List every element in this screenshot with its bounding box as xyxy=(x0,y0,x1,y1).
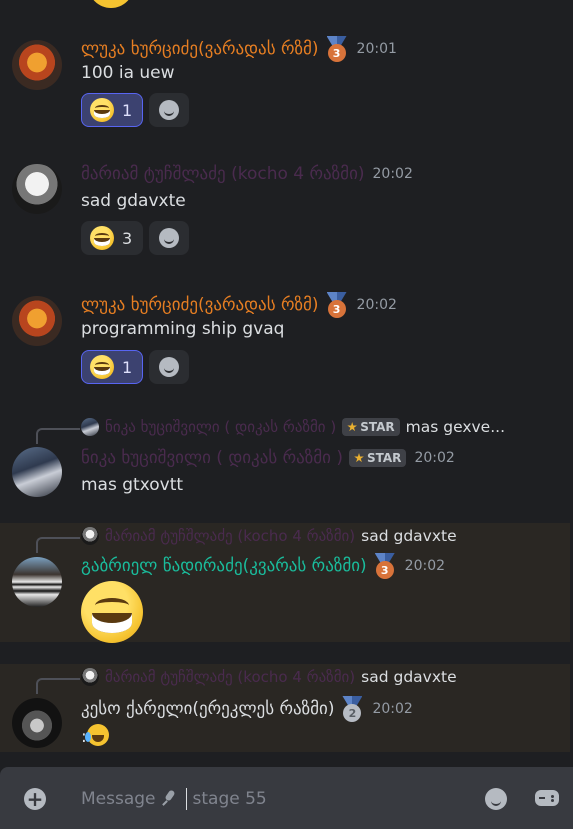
message-header: მარიამ ტუჩშლაძე (kocho 4 რაზმი) 20:02 xyxy=(81,164,413,184)
microphone-icon xyxy=(162,790,178,808)
author-name[interactable]: მარიამ ტუჩშლაძე (kocho 4 რაზმი) xyxy=(81,164,365,184)
avatar[interactable] xyxy=(12,557,62,607)
reply-avatar xyxy=(81,527,99,545)
medal-icon: 3 xyxy=(325,36,349,62)
star-icon xyxy=(347,422,357,432)
reactions: 1 xyxy=(81,350,190,384)
crying-laughing-emoji-icon xyxy=(84,724,109,746)
star-tag: STAR xyxy=(349,449,407,467)
add-reaction-icon xyxy=(159,228,180,248)
add-reaction-icon xyxy=(159,357,180,377)
message-header: კესო ქარელი(ერეკლეს რაზმი) 2 20:02 xyxy=(81,696,413,722)
laughing-emoji-icon xyxy=(90,355,114,379)
reply-connector xyxy=(36,678,80,694)
reply-author: ნიკა ხუციშვილი ( დიკას რაზმი ) xyxy=(105,418,337,436)
message-text: programming ship gvaq xyxy=(81,319,285,339)
timestamp: 20:02 xyxy=(356,297,397,313)
message-5: მარიამ ტუჩშლაძე (kocho 4 რაზმი) sad gdav… xyxy=(0,523,570,643)
reaction-count: 1 xyxy=(122,357,133,377)
reply-preview[interactable]: ნიკა ხუციშვილი ( დიკას რაზმი ) STAR mas … xyxy=(81,418,505,436)
reply-preview[interactable]: მარიამ ტუჩშლაძე (kocho 4 რაზმი) sad gdav… xyxy=(81,668,457,686)
reply-author: მარიამ ტუჩშლაძე (kocho 4 რაზმი) xyxy=(105,668,356,686)
composer-suffix: stage 55 xyxy=(192,789,267,809)
reaction-laughing[interactable]: 1 xyxy=(81,93,144,127)
message-text: mas gtxovtt xyxy=(81,475,184,495)
timestamp: 20:02 xyxy=(404,558,446,574)
laughing-emoji-icon xyxy=(81,581,143,643)
reply-avatar xyxy=(81,668,99,686)
message-header: ლუკა ხურციძე(ვარადას რზმ) 3 20:02 xyxy=(81,292,397,318)
medal-icon: 2 xyxy=(340,696,364,722)
reply-author: მარიამ ტუჩშლაძე (kocho 4 რაზმი) xyxy=(105,527,356,545)
previous-message-emoji xyxy=(88,0,134,8)
author-name[interactable]: ნიკა ხუციშვილი ( დიკას რაზმი ) xyxy=(81,448,343,468)
reply-avatar xyxy=(81,418,99,436)
reply-text: sad gdavxte xyxy=(361,527,457,545)
avatar[interactable] xyxy=(12,698,62,748)
reaction-laughing[interactable]: 3 xyxy=(81,221,144,255)
emoji-picker-button[interactable] xyxy=(485,788,507,810)
composer-placeholder: Message xyxy=(81,789,156,809)
author-name[interactable]: ლუკა ხურციძე(ვარადას რზმ) xyxy=(81,39,319,59)
message-header: ნიკა ხუციშვილი ( დიკას რაზმი ) STAR 20:0… xyxy=(81,448,455,468)
message-text xyxy=(81,581,143,648)
message-text: : xyxy=(81,724,109,747)
laughing-emoji-icon xyxy=(90,98,114,122)
reaction-count: 3 xyxy=(122,228,133,248)
attach-plus-button[interactable]: + xyxy=(24,788,46,810)
gamepad-icon[interactable] xyxy=(535,790,559,806)
author-name[interactable]: ლუკა ხურციძე(ვარადას რზმ) xyxy=(81,295,319,315)
star-tag: STAR xyxy=(342,418,400,436)
author-name[interactable]: გაბრიელ წადირაძე(კვარას რაზმი) xyxy=(81,556,367,576)
reply-preview[interactable]: მარიამ ტუჩშლაძე (kocho 4 რაზმი) sad gdav… xyxy=(81,527,457,545)
reactions: 3 xyxy=(81,221,190,255)
message-header: გაბრიელ წადირაძე(კვარას რაზმი) 3 20:02 xyxy=(81,553,445,579)
reaction-laughing[interactable]: 1 xyxy=(81,350,144,384)
avatar[interactable] xyxy=(12,447,62,497)
add-reaction-icon xyxy=(159,100,180,120)
reply-text: mas gexve... xyxy=(405,418,505,436)
message-text: 100 ia uew xyxy=(81,63,175,83)
author-name[interactable]: კესო ქარელი(ერეკლეს რაზმი) xyxy=(81,699,334,719)
timestamp: 20:02 xyxy=(414,450,455,466)
timestamp: 20:01 xyxy=(356,41,397,57)
add-reaction-button[interactable] xyxy=(149,350,190,384)
reply-connector xyxy=(36,428,80,444)
reply-text: sad gdavxte xyxy=(361,668,457,686)
message-6: მარიამ ტუჩშლაძე (kocho 4 რაზმი) sad gdav… xyxy=(0,664,570,752)
avatar[interactable] xyxy=(12,296,62,346)
avatar[interactable] xyxy=(12,164,62,214)
message-input[interactable]: Message stage 55 xyxy=(81,788,267,810)
timestamp: 20:02 xyxy=(372,166,413,182)
star-icon xyxy=(354,453,364,463)
reaction-count: 1 xyxy=(122,100,133,120)
laughing-emoji-icon xyxy=(90,226,114,250)
message-header: ლუკა ხურციძე(ვარადას რზმ) 3 20:01 xyxy=(81,36,397,62)
timestamp: 20:02 xyxy=(372,701,413,717)
add-reaction-button[interactable] xyxy=(149,221,190,255)
add-reaction-button[interactable] xyxy=(149,93,190,127)
medal-icon: 3 xyxy=(325,292,349,318)
avatar[interactable] xyxy=(12,40,62,90)
reply-connector xyxy=(36,537,80,553)
medal-icon: 3 xyxy=(373,553,397,579)
message-composer: + Message stage 55 xyxy=(0,767,573,829)
reactions: 1 xyxy=(81,93,190,127)
message-text: sad gdavxte xyxy=(81,191,186,211)
text-cursor xyxy=(185,788,187,810)
